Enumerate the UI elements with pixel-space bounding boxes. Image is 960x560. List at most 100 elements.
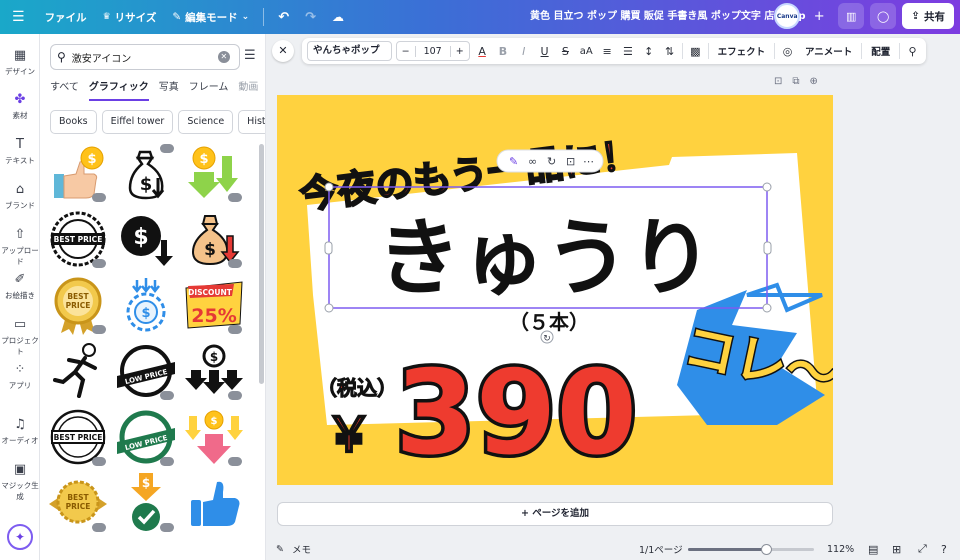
panel-scrollbar[interactable] <box>259 144 264 384</box>
rail-item-magic[interactable]: ▣ マジック生成 <box>0 462 40 502</box>
dollar-check-graphic[interactable]: $ <box>116 472 176 534</box>
resize-handle[interactable] <box>324 241 333 255</box>
comment-icon[interactable]: ↻ <box>547 155 556 168</box>
dollar-down-arrow-graphic[interactable]: $ <box>116 208 176 270</box>
rail-item-design[interactable]: ▦ デザイン <box>0 48 40 77</box>
font-size-decrease-button[interactable]: − <box>397 46 415 57</box>
menu-button[interactable]: ☰ <box>0 0 37 34</box>
thumbs-up-coin-graphic[interactable]: $ <box>48 142 108 204</box>
rail-item-text[interactable]: T テキスト <box>0 137 40 166</box>
rail-item-uploads[interactable]: ⇧ アップロード <box>0 227 40 267</box>
tab-graphics[interactable]: グラフィック <box>88 78 149 101</box>
chip-science[interactable]: Science <box>178 110 234 134</box>
zoom-slider[interactable] <box>688 544 814 555</box>
rail-item-elements[interactable]: ✤ 素材 <box>0 92 40 121</box>
link-icon[interactable]: ∞ <box>528 155 537 168</box>
redo-button[interactable]: ↷ <box>297 0 324 34</box>
align-center-icon[interactable]: ≡ <box>599 45 616 58</box>
resize-handle[interactable] <box>762 303 772 313</box>
dollar-coin-arrows-graphic[interactable]: $ <box>116 274 176 336</box>
magic-write-icon[interactable]: ✎ <box>509 155 518 168</box>
design-page[interactable]: 今夜のもう一品に！ きゅうり （５本） （税込） ￥ 390 コレ〜 ↻ ✎ ∞… <box>277 95 833 485</box>
document-title[interactable]: 黄色 目立つ ポップ 購買 販促 手書き風 ポップ文字 店頭pop <box>530 0 806 34</box>
best-price-stamp-graphic[interactable]: BEST PRICE <box>48 406 108 468</box>
vertical-text-icon[interactable]: ⇅ <box>661 45 678 58</box>
tax-label-text[interactable]: （税込） <box>317 376 398 401</box>
comments-button[interactable]: ◯ <box>870 3 897 29</box>
animate-button[interactable]: アニメート <box>800 44 857 58</box>
tab-videos[interactable]: 動画 <box>238 78 258 101</box>
effects-button[interactable]: エフェクト <box>713 44 771 58</box>
transparency-icon[interactable]: ▩ <box>687 45 704 58</box>
rail-item-apps[interactable]: ⁘ アプリ <box>0 362 40 391</box>
low-price-green-graphic[interactable]: LOW PRICE <box>116 406 176 468</box>
duplicate-page-icon[interactable]: ⧉ <box>792 76 799 87</box>
page-indicator[interactable]: 1/1ページ <box>639 542 683 556</box>
rotate-icon[interactable]: ↻ <box>543 334 551 344</box>
notes-icon[interactable]: ✎ <box>276 544 284 555</box>
resize-handle[interactable] <box>324 182 334 192</box>
avatar[interactable]: Canva <box>774 3 801 29</box>
text-color-icon[interactable]: A <box>474 45 491 58</box>
font-size-increase-button[interactable]: + <box>451 46 469 57</box>
close-panel-button[interactable]: ✕ <box>272 40 294 62</box>
resize-handle[interactable] <box>324 303 334 313</box>
list-icon[interactable]: ☰ <box>619 45 636 58</box>
coin-black-arrows-graphic[interactable]: $ <box>184 340 244 402</box>
best-price-gold-graphic[interactable]: BEST PRICE <box>48 472 108 534</box>
rail-item-audio[interactable]: ♫ オーディオ <box>0 417 40 446</box>
tab-frames[interactable]: フレーム <box>189 78 229 101</box>
thumbnails-icon[interactable]: ⊞ <box>892 543 901 556</box>
strikethrough-icon[interactable]: S <box>557 45 574 58</box>
underline-icon[interactable]: U <box>536 45 553 58</box>
resize-button[interactable]: ♛ リサイズ <box>95 0 165 34</box>
help-icon[interactable]: ? <box>941 543 947 556</box>
share-button[interactable]: ⇪ 共有 <box>902 3 954 29</box>
grid-view-icon[interactable]: ▤ <box>868 543 878 556</box>
coin-arrows-down-graphic[interactable]: $ <box>184 142 244 204</box>
lock-icon[interactable]: ⊡ <box>774 76 782 87</box>
best-price-badge-graphic[interactable]: BEST PRICE <box>48 208 108 270</box>
tab-all[interactable]: すべて <box>50 78 79 101</box>
rail-item-brand[interactable]: ⌂ ブランド <box>0 182 40 211</box>
chip-eiffel-tower[interactable]: Eiffel tower <box>101 110 174 134</box>
italic-icon[interactable]: I <box>515 45 532 58</box>
notes-button[interactable]: メモ <box>292 542 311 556</box>
chip-books[interactable]: Books <box>50 110 97 134</box>
discount-25-graphic[interactable]: DISCOUNT 25% <box>184 274 244 336</box>
money-bag-red-arrow-graphic[interactable]: $ <box>184 208 244 270</box>
paint-format-icon[interactable]: ⚲ <box>904 45 921 58</box>
letter-case-icon[interactable]: aA <box>578 46 595 57</box>
cloud-save-button[interactable]: ☁ <box>324 0 352 34</box>
running-man-graphic[interactable] <box>48 340 108 402</box>
undo-button[interactable]: ↶ <box>270 0 297 34</box>
chip-history[interactable]: History <box>238 110 265 134</box>
filter-icon[interactable]: ☰ <box>244 48 256 63</box>
product-name-text[interactable]: きゅうり <box>377 209 713 307</box>
font-size-input[interactable]: 107 <box>414 45 451 57</box>
add-page-button[interactable]: + ページを追加 <box>277 502 833 526</box>
resize-handle[interactable] <box>762 182 772 192</box>
animate-icon[interactable]: ◎ <box>779 45 796 58</box>
clear-search-icon[interactable]: ✕ <box>217 51 230 63</box>
coin-pink-arrows-graphic[interactable]: $ <box>184 406 244 468</box>
bold-icon[interactable]: B <box>495 45 512 58</box>
search-input[interactable] <box>71 51 212 63</box>
fullscreen-icon[interactable]: ⤢ <box>918 542 927 556</box>
currency-text[interactable]: ￥ <box>324 406 374 464</box>
rail-item-projects[interactable]: ▭ プロジェクト <box>0 317 40 357</box>
file-menu[interactable]: ファイル <box>37 0 95 34</box>
spacing-icon[interactable]: ↕ <box>640 45 657 58</box>
search-box[interactable]: ⚲ ✕ <box>50 44 240 70</box>
magic-assistant-button[interactable]: ✦ <box>7 524 33 550</box>
position-button[interactable]: 配置 <box>866 44 895 58</box>
thumbs-up-blue-graphic[interactable] <box>184 472 244 534</box>
price-text[interactable]: 390 <box>392 343 641 485</box>
low-price-circle-graphic[interactable]: LOW PRICE <box>116 340 176 402</box>
quantity-text[interactable]: （５本） <box>509 310 589 334</box>
rail-item-draw[interactable]: ✐ お絵描き <box>0 272 40 301</box>
add-page-icon[interactable]: ⊕ <box>810 76 818 87</box>
more-icon[interactable]: ⋯ <box>583 155 594 168</box>
best-price-gold-ribbon-graphic[interactable]: BEST PRICE <box>48 274 108 336</box>
font-family-dropdown[interactable]: やんちゃポップ <box>307 41 392 61</box>
